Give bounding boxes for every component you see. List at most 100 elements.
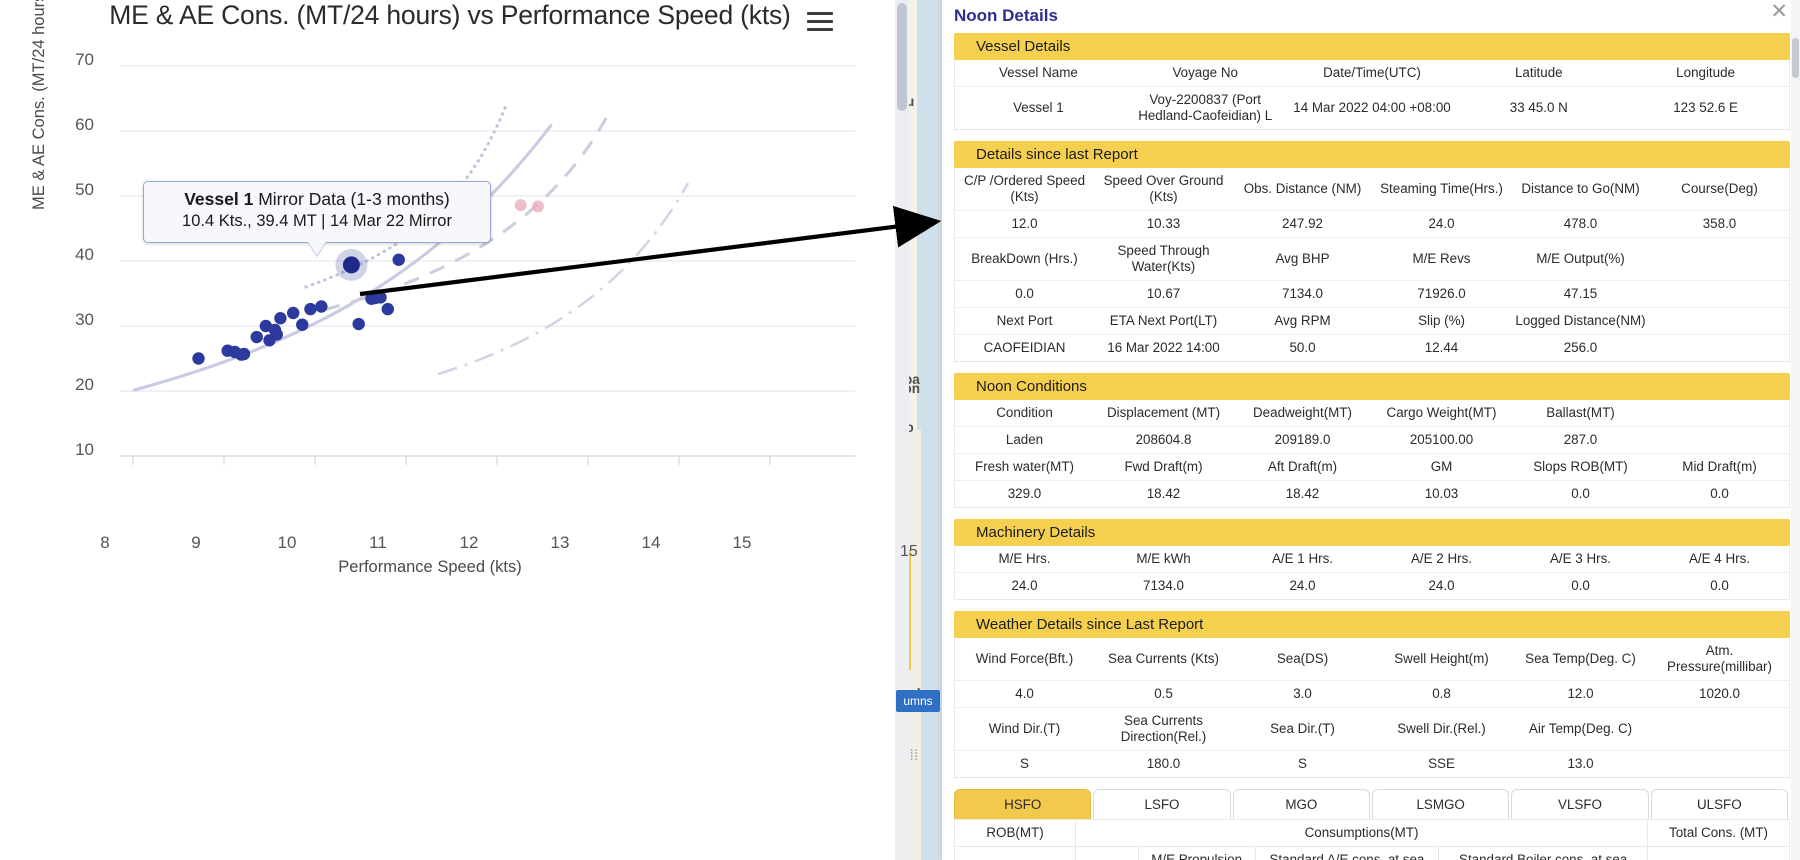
x-tick-9: 9: [191, 533, 201, 552]
fuel-tab-vlsfo[interactable]: VLSFO: [1511, 789, 1649, 819]
cell-value: 12.0: [955, 210, 1094, 238]
cell-value: 12.0: [1511, 680, 1650, 708]
cell-header: ETA Next Port(LT): [1094, 307, 1233, 335]
fuel-tab-lsmgo[interactable]: LSMGO: [1371, 789, 1510, 819]
cell-header: Obs. Distance (NM): [1233, 168, 1372, 211]
cons-head-total: Total Cons. (MT): [1647, 819, 1790, 847]
cell-value: 24.0: [1289, 578, 1316, 593]
cell-value: 10.67: [1094, 280, 1233, 308]
cell-header: Displacement (MT): [1094, 400, 1233, 427]
cell-header: Atm. Pressure(millibar): [1650, 638, 1789, 681]
cell-header: Latitude: [1455, 60, 1623, 87]
panel-body: Vessel Details Vessel Name Voyage No Date/T…: [942, 33, 1800, 860]
panel-header: Noon Details ✕: [942, 0, 1800, 33]
cell-header: Avg RPM: [1233, 307, 1372, 335]
cell-value: 16 Mar 2022 14:00: [1107, 340, 1220, 355]
cell-value: 3.0: [1233, 680, 1372, 708]
cons-label-boiler-sea: Standard Boiler cons. at sea: [1438, 846, 1649, 860]
map-scroll-thumb[interactable]: [897, 3, 907, 111]
cell-header: A/E 4 Hrs.: [1650, 546, 1789, 573]
cell-header: Condition: [955, 400, 1094, 427]
y-tick-10: 10: [75, 440, 94, 459]
table-header-row: Wind Force(Bft.) Sea Currents (Kts) Sea(DS…: [955, 638, 1789, 681]
fuel-type-tabs[interactable]: HSFO LSFO MGO LSMGO VLSFO ULSFO: [954, 789, 1790, 819]
cell-value: 205100.00: [1372, 426, 1511, 454]
cell-header: Avg BHP: [1233, 237, 1372, 281]
map-scrollbar[interactable]: [895, 0, 909, 860]
table-row: 24.0 7134.0 24.0 24.0 0.0 0.0: [955, 573, 1789, 600]
cell-value: 18.42: [1285, 486, 1320, 501]
plot-area[interactable]: [110, 58, 860, 518]
cell-value: SSE: [1428, 756, 1455, 771]
cell-header: Deadweight(MT): [1233, 400, 1372, 427]
cell-value: Voy-2200837 (Port Hedland-Caofeidian) L: [1138, 92, 1273, 123]
cell-header: Air Temp(Deg. C): [1511, 707, 1650, 751]
cell-value: Laden: [955, 426, 1094, 454]
table-header-row: Fresh water(MT) Fwd Draft(m) Aft Draft(m) G…: [955, 453, 1789, 481]
cell-value: 24.0: [1428, 578, 1455, 593]
cell-value: 0.0: [1710, 486, 1729, 501]
cell-value: 256.0: [1563, 340, 1598, 355]
cell-header: Sea Dir.(T): [1233, 707, 1372, 751]
section-table-wrap: Wind Force(Bft.) Sea Currents (Kts) Sea(DS…: [954, 638, 1790, 778]
section-heading-noon-conditions: Noon Conditions: [954, 373, 1790, 400]
cons-head-consumptions: Consumptions(MT): [1075, 819, 1649, 847]
cell-value: 478.0: [1511, 210, 1650, 238]
cell-value: 209189.0: [1233, 426, 1372, 454]
panel-scroll-thumb[interactable]: [1792, 38, 1799, 78]
noon-details-panel: Noon Details ✕ Vessel Details Vessel Name…: [942, 0, 1800, 860]
cell-value: CAOFEIDIAN: [983, 340, 1066, 355]
close-icon[interactable]: ✕: [1770, 1, 1788, 22]
cell-value: 10.33: [1094, 210, 1233, 238]
y-tick-70: 70: [75, 50, 94, 69]
cell-value: 33 45.0 N: [1509, 100, 1568, 115]
cell-header: [1650, 307, 1789, 335]
cell-header: Ballast(MT): [1511, 400, 1650, 427]
table-row: 1823.65 Machinery M/E Propulsion Standar…: [953, 846, 1790, 860]
x-tick-13: 13: [550, 533, 570, 552]
x-tick-15: 15: [732, 533, 752, 552]
cell-header: Sea Currents Direction(Rel.): [1094, 707, 1233, 751]
columns-button[interactable]: umns: [896, 690, 940, 712]
section-table-wrap: M/E Hrs. M/E kWh A/E 1 Hrs. A/E 2 Hrs. A/E 3…: [954, 546, 1790, 600]
cell-header: Next Port: [955, 307, 1094, 335]
hamburger-menu-icon[interactable]: [807, 12, 833, 34]
cell-value: 14 Mar 2022 04:00 +08:00: [1293, 100, 1451, 115]
cell-value: 4.0: [955, 680, 1094, 708]
x-tick-11: 11: [369, 533, 387, 552]
table-row: 0.0 10.67 7134.0 71926.0 47.15: [955, 280, 1789, 308]
fuel-tab-hsfo[interactable]: HSFO: [954, 789, 1092, 819]
cell-header: Speed Through Water(Kts): [1094, 237, 1233, 281]
cell-header: A/E 1 Hrs.: [1233, 546, 1372, 573]
cell-header: Fwd Draft(m): [1094, 453, 1233, 481]
x-tick-12: 12: [459, 533, 479, 552]
fuel-tab-lsfo[interactable]: LSFO: [1093, 789, 1231, 819]
table-row: CAOFEIDIAN 16 Mar 2022 14:00 50.0 12.44 256.…: [955, 335, 1789, 362]
cell-header: Aft Draft(m): [1233, 453, 1372, 481]
fuel-tab-ulsfo[interactable]: ULSFO: [1650, 789, 1788, 819]
cell-value: 247.92: [1233, 210, 1372, 238]
cell-header: Slip (%): [1372, 307, 1511, 335]
cell-header: [1650, 707, 1789, 751]
cons-label-ae-sea: Standard A/E cons. at sea: [1254, 846, 1440, 860]
cell-value: 0.0: [1710, 578, 1729, 593]
table-row: 329.0 18.42 18.42 10.03 0.0 0.0: [955, 481, 1789, 508]
cell-value: 13.0: [1567, 756, 1594, 771]
table-header-row: BreakDown (Hrs.) Speed Through Water(Kts)…: [955, 237, 1789, 281]
fuel-tab-mgo[interactable]: MGO: [1232, 789, 1370, 819]
cell-header: Wind Dir.(T): [955, 707, 1094, 751]
drag-handle-icon[interactable]: ⦙⦙: [910, 747, 919, 764]
table-row: Laden 208604.8 209189.0 205100.00 287.0: [955, 426, 1789, 454]
table-vessel-details: Vessel Name Voyage No Date/Time(UTC) Latitu…: [955, 60, 1789, 129]
cell-header: M/E Output(%): [1511, 237, 1650, 281]
cell-header: A/E 3 Hrs.: [1511, 546, 1650, 573]
panel-scrollbar[interactable]: [1791, 0, 1800, 860]
cell-header: C/P /Ordered Speed (Kts): [955, 168, 1094, 211]
cell-header: Wind Force(Bft.): [955, 638, 1094, 681]
cons-machinery-label: Machinery: [1075, 846, 1139, 860]
x-axis-label: Performance Speed (kts): [338, 558, 522, 576]
cell-value: 1020.0: [1650, 680, 1789, 708]
cell-value: 71926.0: [1372, 280, 1511, 308]
section-weather-details: Weather Details since Last Report Wind Fo…: [954, 611, 1790, 778]
section-heading-machinery-details: Machinery Details: [954, 519, 1790, 546]
